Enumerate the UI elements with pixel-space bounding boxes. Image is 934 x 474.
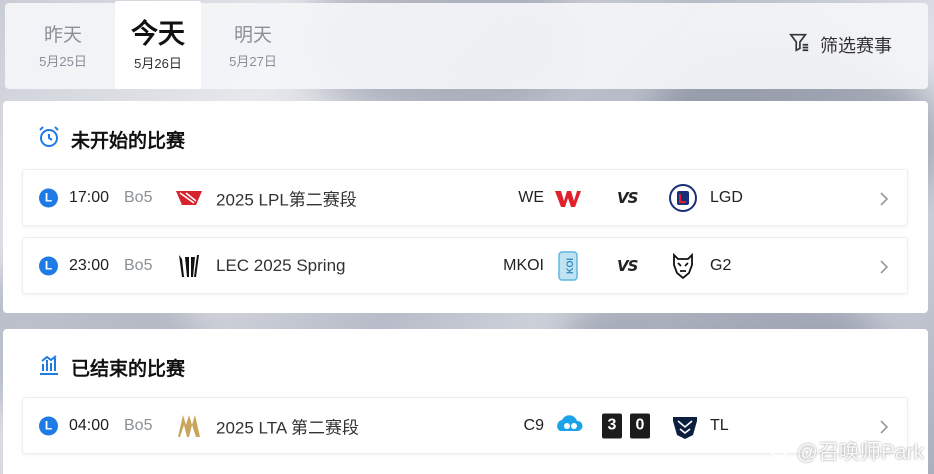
tab-today-date: 5月26日 <box>134 55 182 71</box>
ended-header: 已结束的比赛 <box>37 353 185 381</box>
chevron-right-icon <box>877 259 891 274</box>
lgd-logo-icon <box>667 182 699 214</box>
filter-button[interactable]: 筛选赛事 <box>788 31 892 58</box>
bar-chart-icon <box>37 353 61 381</box>
chevron-right-icon <box>877 191 891 206</box>
team-b-name: TL <box>710 416 729 434</box>
svg-text:KOI: KOI <box>565 257 575 273</box>
we-logo-icon <box>552 182 584 214</box>
team-a-name: WE <box>518 188 544 206</box>
match-format: Bo5 <box>124 256 153 274</box>
match-format: Bo5 <box>124 416 153 434</box>
match-time: 23:00 <box>69 256 110 274</box>
league-name: 2025 LPL第二赛段 <box>216 190 357 209</box>
watermark-text: @召唤师Park <box>796 441 925 464</box>
match-row[interactable]: L 17:00 Bo5 2025 LPL第二赛段 WE VS LGD <box>22 169 908 226</box>
league-name: 2025 LTA 第二赛段 <box>216 418 359 437</box>
filter-label: 筛选赛事 <box>820 35 892 57</box>
team-a-name: C9 <box>523 416 544 434</box>
tab-tomorrow-date: 5月27日 <box>229 53 277 69</box>
vs-label: VS <box>617 256 638 275</box>
tab-today-label: 今天 <box>131 18 185 50</box>
team-b-name: G2 <box>710 256 732 274</box>
tl-logo-icon <box>669 410 701 442</box>
vs-label: VS <box>617 188 638 207</box>
tab-yesterday-label: 昨天 <box>43 23 82 46</box>
upcoming-header: 未开始的比赛 <box>37 125 185 153</box>
live-badge: L <box>39 188 58 207</box>
watermark: @召唤师Park <box>769 436 925 466</box>
day-selector: 昨天 5月25日 今天 5月26日 明天 5月27日 筛选赛事 <box>5 1 928 89</box>
chevron-right-icon <box>877 419 891 434</box>
mkoi-logo-icon: KOI <box>552 250 584 282</box>
g2-logo-icon <box>667 250 699 282</box>
c9-logo-icon <box>554 410 586 442</box>
league-name: LEC 2025 Spring <box>216 255 346 275</box>
tab-yesterday[interactable]: 昨天 5月25日 <box>20 3 106 89</box>
upcoming-title: 未开始的比赛 <box>71 129 186 152</box>
alarm-clock-icon <box>37 125 61 153</box>
live-badge: L <box>39 256 58 275</box>
team-b-score: 0 <box>630 413 650 438</box>
filter-icon <box>788 31 810 58</box>
lpl-logo-icon <box>174 183 204 213</box>
team-a-name: MKOI <box>503 256 544 274</box>
tab-tomorrow-label: 明天 <box>233 23 272 46</box>
match-time: 17:00 <box>69 188 110 206</box>
match-format: Bo5 <box>124 188 153 206</box>
team-b-name: LGD <box>710 188 743 206</box>
match-time: 04:00 <box>69 416 110 434</box>
team-a-score: 3 <box>602 413 622 438</box>
upcoming-matches-panel: 未开始的比赛 L 17:00 Bo5 2025 LPL第二赛段 WE VS LG… <box>3 101 928 313</box>
ended-title: 已结束的比赛 <box>71 357 186 380</box>
live-badge: L <box>39 416 58 435</box>
lta-logo-icon <box>174 411 204 441</box>
tab-yesterday-date: 5月25日 <box>39 53 87 69</box>
tab-today[interactable]: 今天 5月26日 <box>115 1 201 89</box>
weibo-icon <box>769 438 793 464</box>
match-row[interactable]: L 23:00 Bo5 LEC 2025 Spring MKOI KOI VS … <box>22 237 908 294</box>
lec-logo-icon <box>174 251 204 281</box>
tab-tomorrow[interactable]: 明天 5月27日 <box>210 3 296 89</box>
